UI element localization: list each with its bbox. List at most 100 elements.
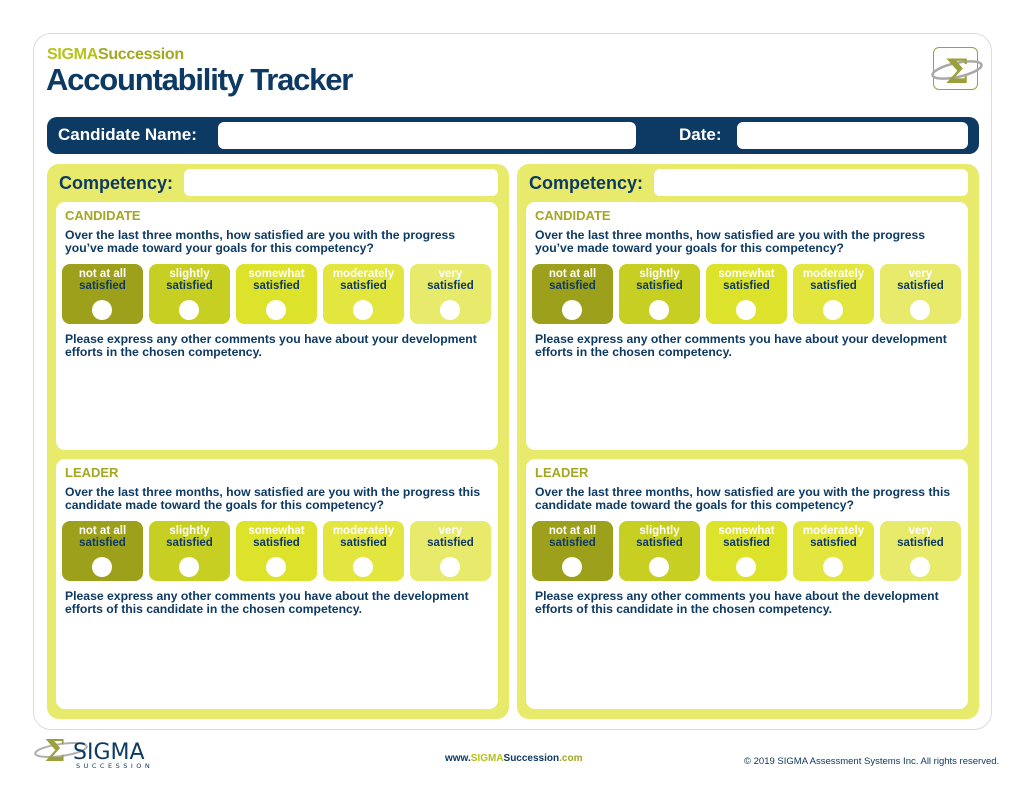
- website-link[interactable]: www.SIGMASuccession.com: [445, 753, 582, 764]
- option-label-line2: satisfied: [253, 537, 300, 549]
- option-label-line1: slightly: [639, 525, 680, 537]
- date-label: Date:: [679, 125, 722, 144]
- radio-button[interactable]: [823, 557, 843, 577]
- option-label-line1: slightly: [639, 268, 680, 280]
- radio-button[interactable]: [266, 557, 286, 577]
- radio-button[interactable]: [562, 557, 582, 577]
- svg-text:Σ: Σ: [945, 52, 969, 91]
- option-label-line2: satisfied: [340, 537, 387, 549]
- radio-button[interactable]: [440, 557, 460, 577]
- candidate-comment-prompt: Please express any other comments you ha…: [535, 332, 947, 359]
- satisfaction-option[interactable]: slightly satisfied: [619, 264, 700, 324]
- radio-button[interactable]: [353, 557, 373, 577]
- radio-button[interactable]: [562, 300, 582, 320]
- satisfaction-option[interactable]: not at all satisfied: [532, 521, 613, 581]
- competency-panel: Competency: CANDIDATE Over the last three …: [47, 164, 509, 719]
- competency-panel: Competency: CANDIDATE Over the last three …: [517, 164, 979, 719]
- candidate-satisfaction-scale: not at all satisfied slightly satisfied some…: [532, 264, 964, 324]
- radio-button[interactable]: [353, 300, 373, 320]
- footer-logo-sub: SUCCESSION: [76, 762, 153, 770]
- leader-satisfaction-question: Over the last three months, how satisfie…: [535, 485, 951, 512]
- option-label-line2: satisfied: [636, 537, 683, 549]
- satisfaction-option[interactable]: not at all satisfied: [532, 264, 613, 324]
- radio-button[interactable]: [649, 300, 669, 320]
- satisfaction-option[interactable]: somewhat satisfied: [236, 264, 317, 324]
- candidate-comment-textarea[interactable]: [535, 362, 959, 442]
- radio-button[interactable]: [736, 557, 756, 577]
- option-label-line2: satisfied: [253, 280, 300, 292]
- option-label-line2: satisfied: [723, 537, 770, 549]
- option-label-line2: satisfied: [810, 537, 857, 549]
- radio-button[interactable]: [179, 557, 199, 577]
- footer-sigma-logo: Σ SIGMA SUCCESSION: [33, 734, 178, 776]
- leader-comment-textarea[interactable]: [535, 619, 959, 699]
- sigma-icon: Σ: [44, 735, 65, 769]
- option-label-line1: not at all: [548, 268, 597, 280]
- option-label-line1: somewhat: [248, 268, 305, 280]
- radio-button[interactable]: [440, 300, 460, 320]
- option-label-line2: satisfied: [166, 537, 213, 549]
- satisfaction-option[interactable]: somewhat satisfied: [706, 521, 787, 581]
- competency-input[interactable]: [654, 169, 968, 196]
- leader-section: LEADER Over the last three months, how sa…: [56, 459, 498, 709]
- candidate-satisfaction-scale: not at all satisfied slightly satisfied some…: [62, 264, 494, 324]
- satisfaction-option[interactable]: somewhat satisfied: [236, 521, 317, 581]
- url-succession: Succession: [503, 753, 560, 764]
- sigma-logo-icon: Σ: [931, 47, 983, 91]
- radio-button[interactable]: [92, 300, 112, 320]
- candidate-satisfaction-question: Over the last three months, how satisfie…: [535, 228, 926, 255]
- satisfaction-option[interactable]: somewhat satisfied: [706, 264, 787, 324]
- radio-button[interactable]: [92, 557, 112, 577]
- leader-satisfaction-scale: not at all satisfied slightly satisfied some…: [532, 521, 964, 581]
- candidate-role-heading: CANDIDATE: [65, 208, 141, 223]
- option-label-line2: satisfied: [549, 280, 596, 292]
- option-label-line2: satisfied: [636, 280, 683, 292]
- satisfaction-option[interactable]: slightly satisfied: [619, 521, 700, 581]
- satisfaction-option[interactable]: moderately satisfied: [323, 521, 404, 581]
- radio-button[interactable]: [266, 300, 286, 320]
- satisfaction-option[interactable]: very satisfied: [410, 264, 491, 324]
- candidate-section: CANDIDATE Over the last three months, how…: [56, 202, 498, 450]
- option-label-line1: slightly: [169, 268, 210, 280]
- satisfaction-option[interactable]: very satisfied: [880, 264, 961, 324]
- brand-succession: Succession: [97, 46, 184, 63]
- option-label-line1: very: [908, 268, 933, 280]
- option-label-line1: very: [438, 268, 463, 280]
- radio-button[interactable]: [910, 557, 930, 577]
- candidate-section: CANDIDATE Over the last three months, how…: [526, 202, 968, 450]
- candidate-name-input[interactable]: [218, 122, 636, 149]
- url-prefix: www.: [445, 753, 471, 764]
- copyright-text: © 2019 SIGMA Assessment Systems Inc. All…: [744, 756, 1000, 767]
- url-suffix: .com: [559, 753, 583, 764]
- brand-sigma: SIGMA: [47, 46, 98, 63]
- radio-button[interactable]: [649, 557, 669, 577]
- option-label-line1: not at all: [78, 268, 127, 280]
- satisfaction-option[interactable]: not at all satisfied: [62, 264, 143, 324]
- satisfaction-option[interactable]: slightly satisfied: [149, 521, 230, 581]
- option-label-line1: moderately: [332, 525, 395, 537]
- option-label-line2: satisfied: [897, 280, 944, 292]
- date-input[interactable]: [737, 122, 968, 149]
- option-label-line2: satisfied: [79, 537, 126, 549]
- satisfaction-option[interactable]: very satisfied: [880, 521, 961, 581]
- radio-button[interactable]: [179, 300, 199, 320]
- leader-comment-prompt: Please express any other comments you ha…: [535, 589, 939, 616]
- leader-role-heading: LEADER: [65, 465, 119, 480]
- radio-button[interactable]: [823, 300, 843, 320]
- satisfaction-option[interactable]: very satisfied: [410, 521, 491, 581]
- satisfaction-option[interactable]: moderately satisfied: [323, 264, 404, 324]
- satisfaction-option[interactable]: moderately satisfied: [793, 521, 874, 581]
- leader-section: LEADER Over the last three months, how sa…: [526, 459, 968, 709]
- satisfaction-option[interactable]: slightly satisfied: [149, 264, 230, 324]
- radio-button[interactable]: [736, 300, 756, 320]
- option-label-line2: satisfied: [166, 280, 213, 292]
- leader-comment-textarea[interactable]: [65, 619, 489, 699]
- option-label-line1: very: [438, 525, 463, 537]
- option-label-line1: moderately: [802, 525, 865, 537]
- satisfaction-option[interactable]: moderately satisfied: [793, 264, 874, 324]
- radio-button[interactable]: [910, 300, 930, 320]
- satisfaction-option[interactable]: not at all satisfied: [62, 521, 143, 581]
- competency-input[interactable]: [184, 169, 498, 196]
- candidate-comment-textarea[interactable]: [65, 362, 489, 442]
- option-label-line2: satisfied: [79, 280, 126, 292]
